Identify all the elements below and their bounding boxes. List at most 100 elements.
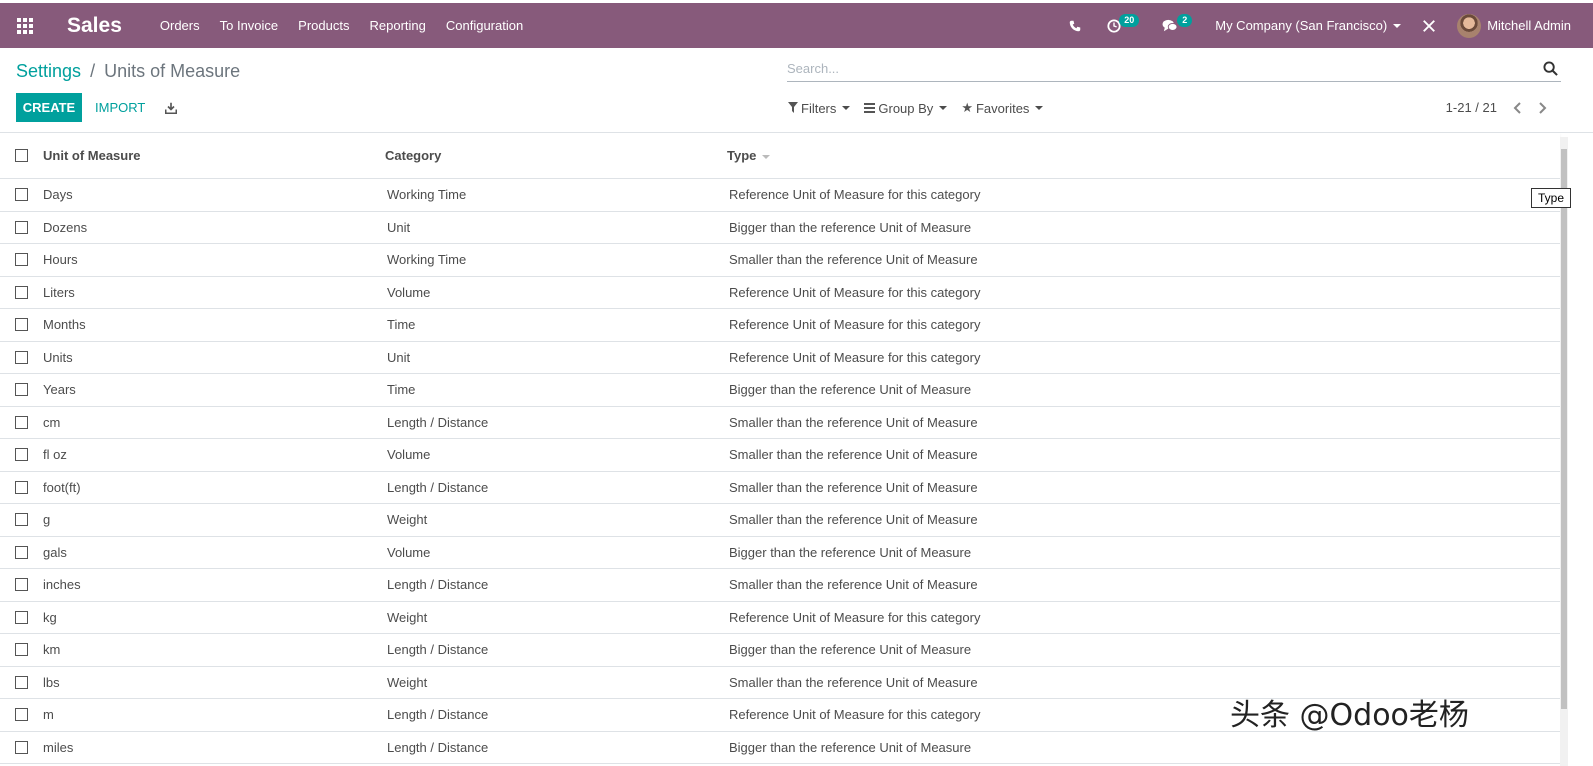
table-row[interactable]: Years Time Bigger than the reference Unit … [0,374,1560,407]
cell-category: Weight [387,609,428,625]
cell-type: Smaller than the reference Unit of Measu… [729,674,978,690]
table-row[interactable]: Dozens Unit Bigger than the reference Unit… [0,212,1560,244]
vertical-scrollbar[interactable] [1560,137,1568,766]
cell-unit-name: Days [43,187,73,203]
column-header-name[interactable]: Unit of Measure [43,148,385,163]
cell-unit-name: km [43,642,61,658]
row-checkbox[interactable] [15,643,28,657]
debug-tools-icon[interactable] [1414,3,1444,48]
menu-to-invoice[interactable]: To Invoice [210,3,289,48]
row-checkbox[interactable] [15,350,28,364]
chevron-down-icon [842,106,851,110]
table-row[interactable]: gals Volume Bigger than the reference Unit… [0,537,1560,569]
table-row[interactable]: kg Weight Reference Unit of Measure for th… [0,602,1560,634]
table-row[interactable]: Hours Working Time Smaller than the refere… [0,244,1560,277]
cell-unit-name: kg [43,609,57,625]
row-checkbox[interactable] [15,740,28,754]
row-checkbox[interactable] [15,675,28,689]
cell-unit-name: Years [43,382,76,398]
breadcrumb: Settings / Units of Measure [16,61,240,82]
list-icon [864,101,876,116]
cell-unit-name: cm [43,414,61,430]
column-header-category[interactable]: Category [385,148,727,163]
activity-clock-icon[interactable]: 20 [1094,3,1149,48]
row-checkbox[interactable] [15,220,28,234]
cell-unit-name: inches [43,577,81,593]
menu-orders[interactable]: Orders [150,3,210,48]
search-facets: Filters Group By ★ Favorites [788,100,1057,116]
menu-reporting[interactable]: Reporting [359,3,435,48]
table-row[interactable]: Liters Volume Reference Unit of Measure fo… [0,277,1560,309]
create-button[interactable]: CREATE [16,93,82,122]
row-checkbox[interactable] [15,448,28,462]
cell-unit-name: lbs [43,674,60,690]
cell-unit-name: Months [43,317,86,333]
pager-previous-icon[interactable] [1507,98,1527,118]
table-row[interactable]: cm Length / Distance Smaller than the refe… [0,407,1560,439]
cell-category: Length / Distance [387,642,489,658]
column-header-type-label: Type [727,148,757,163]
table-row[interactable]: Units Unit Reference Unit of Measure for t… [0,342,1560,374]
main-navbar: Sales Orders To Invoice Products Reporti… [0,3,1593,48]
cell-unit-name: Dozens [43,219,88,235]
breadcrumb-settings[interactable]: Settings [16,61,81,81]
row-checkbox[interactable] [15,285,28,299]
cell-category: Volume [387,447,431,463]
table-row[interactable]: foot(ft) Length / Distance Smaller than th… [0,472,1560,504]
row-checkbox[interactable] [15,318,28,332]
row-checkbox[interactable] [15,513,28,527]
row-checkbox[interactable] [15,578,28,592]
user-name: Mitchell Admin [1487,18,1571,33]
row-checkbox[interactable] [15,415,28,429]
apps-menu-icon[interactable] [0,3,50,48]
scrollbar-thumb[interactable] [1561,149,1567,709]
favorites-dropdown[interactable]: ★ Favorites [961,100,1044,116]
cell-category: Weight [387,674,428,690]
phone-icon[interactable] [1056,3,1094,48]
messages-badge: 2 [1177,14,1193,27]
cell-type: Smaller than the reference Unit of Measu… [729,252,978,268]
table-row[interactable]: Days Working Time Reference Unit of Measur… [0,179,1560,212]
table-row[interactable]: Months Time Reference Unit of Measure for … [0,309,1560,342]
pager-next-icon[interactable] [1533,98,1553,118]
group-by-label: Group By [878,100,934,116]
filters-dropdown[interactable]: Filters [788,100,851,116]
row-checkbox[interactable] [15,188,28,202]
cell-type: Bigger than the reference Unit of Measur… [729,642,972,658]
cell-category: Unit [387,219,411,235]
app-title[interactable]: Sales [67,14,122,38]
menu-products[interactable]: Products [288,3,359,48]
row-checkbox[interactable] [15,610,28,624]
cell-type: Reference Unit of Measure for this categ… [729,317,981,333]
user-menu[interactable]: Mitchell Admin [1444,3,1593,48]
select-all-checkbox[interactable] [15,149,28,162]
activity-badge: 20 [1119,14,1140,27]
table-row[interactable]: km Length / Distance Bigger than the refer… [0,634,1560,667]
menu-configuration[interactable]: Configuration [436,3,533,48]
cell-type: Bigger than the reference Unit of Measur… [729,739,972,755]
messages-icon[interactable]: 2 [1149,3,1202,48]
row-checkbox[interactable] [15,480,28,494]
column-header-type[interactable]: Type [727,148,1560,163]
row-checkbox[interactable] [15,545,28,559]
breadcrumb-separator: / [90,61,96,81]
table-row[interactable]: inches Length / Distance Smaller than the … [0,569,1560,602]
cell-category: Length / Distance [387,479,489,495]
company-switcher[interactable]: My Company (San Francisco) [1202,3,1414,48]
row-checkbox[interactable] [15,708,28,722]
cell-category: Length / Distance [387,707,489,723]
cell-unit-name: m [43,707,54,723]
search-bar [787,61,1561,82]
row-checkbox[interactable] [15,383,28,397]
group-by-dropdown[interactable]: Group By [864,100,948,116]
search-input[interactable] [787,61,1527,76]
download-icon[interactable] [160,93,182,122]
table-row[interactable]: miles Length / Distance Bigger than the re… [0,732,1560,764]
row-checkbox[interactable] [15,253,28,267]
table-row[interactable]: g Weight Smaller than the reference Unit o… [0,504,1560,537]
cell-category: Volume [387,284,431,300]
pager-value[interactable]: 1-21 / 21 [1446,100,1497,115]
import-button[interactable]: IMPORT [87,93,153,122]
table-row[interactable]: fl oz Volume Smaller than the reference Un… [0,439,1560,472]
search-icon[interactable] [1543,61,1559,79]
